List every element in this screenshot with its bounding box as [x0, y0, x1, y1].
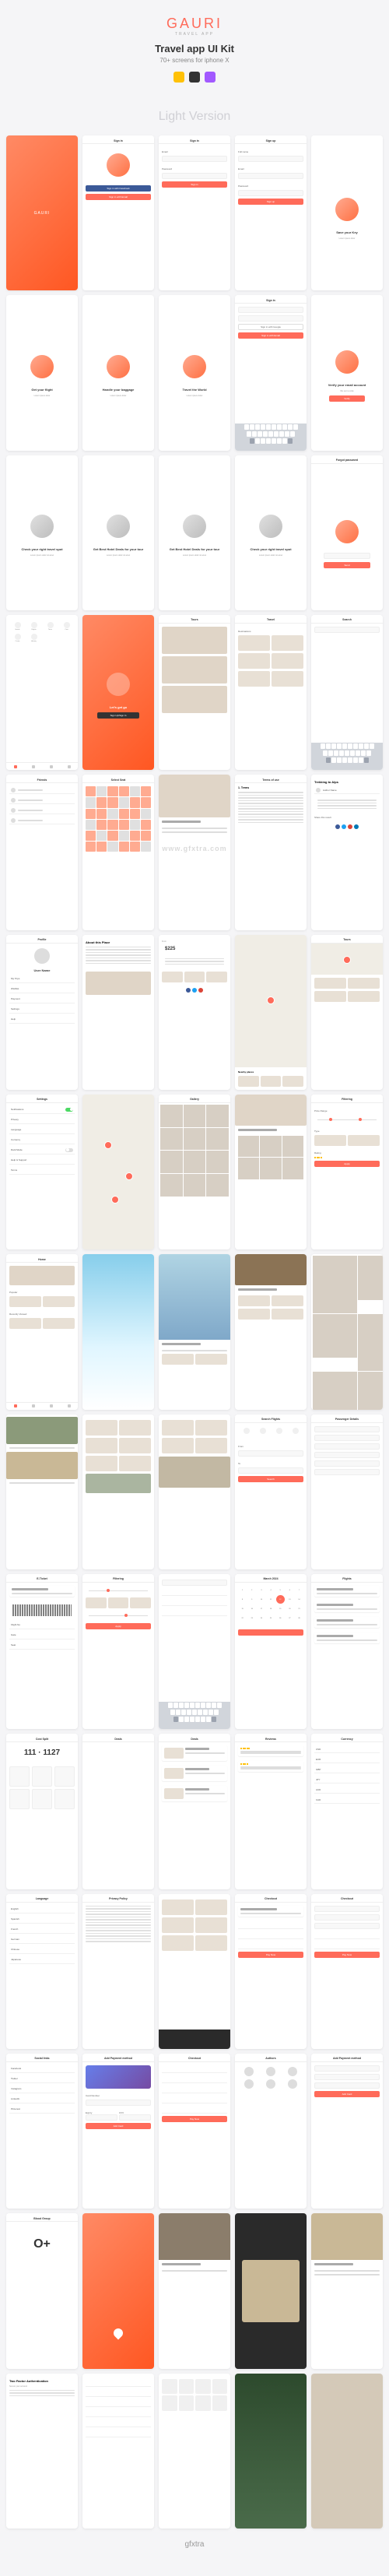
screen-blood-group[interactable]: Blood Group O+ [6, 2213, 78, 2368]
section-label-light: Light Version [0, 110, 389, 124]
screen-signin-form[interactable]: Sign in Email Password Sign in [159, 135, 230, 290]
screen-walkthrough-flight[interactable]: Get your flight Lorem ipsum dolor [6, 295, 78, 450]
signup-button[interactable]: Sign up [238, 199, 303, 205]
brand-logo: GAURI TRAVEL APP [0, 16, 389, 37]
screen-add-payment-2[interactable]: Add Payment method Add Card [311, 2054, 383, 2209]
screen-about-place[interactable]: About this Place [82, 935, 154, 1090]
screen-signin-keyboard[interactable]: Sign in Sign in with Google Sign in with… [235, 295, 307, 450]
page-subtitle: 70+ screens for iphone X [0, 57, 389, 64]
screen-nature-photo[interactable] [235, 2374, 307, 2529]
screen-deals-list[interactable]: Deals [159, 1734, 230, 1889]
screen-cards-grid[interactable] [159, 1894, 230, 2049]
screens-grid: GAURI Sign in Sign in with Facebook Sign… [0, 135, 389, 2529]
barcode [12, 1604, 72, 1616]
screen-feed-3[interactable] [159, 1415, 230, 1569]
screen-gallery-grid[interactable]: Gallery [159, 1095, 230, 1249]
screen-calendar[interactable]: March 2024 1234567 891011121314 15161718… [235, 1574, 307, 1729]
screen-language[interactable]: Language English Spanish French German C… [6, 1894, 78, 2049]
screen-hero-sky[interactable] [82, 1254, 154, 1409]
screen-food[interactable] [235, 1254, 307, 1409]
screen-feed[interactable] [6, 1415, 78, 1569]
screen-gallery-masonry[interactable] [311, 1254, 383, 1409]
screen-empty-4[interactable]: Check your right travel spot Lorem ipsum… [235, 455, 307, 610]
screen-add-payment[interactable]: Add Payment method Card Number ExpiryCVV… [82, 2054, 154, 2209]
screen-forgot[interactable]: Forgot password Send [311, 455, 383, 610]
screen-photo-profile-2[interactable] [311, 2213, 383, 2368]
screen-tours[interactable]: Tours [159, 615, 230, 770]
screen-passenger[interactable]: Passenger Details [311, 1415, 383, 1569]
screen-terms[interactable]: Terms of use 1. Terms [235, 775, 307, 930]
tool-icon [189, 72, 200, 83]
screen-flights-list[interactable]: Flights [311, 1574, 383, 1729]
screen-walkthrough-baggage[interactable]: Handle your baggage Lorem ipsum dolor [82, 295, 154, 450]
screen-search-kb[interactable]: Search [311, 615, 383, 770]
keyboard[interactable] [159, 1702, 230, 1729]
screen-reviews[interactable]: Reviews [235, 1734, 307, 1889]
screen-verify-email[interactable]: Verify your email account We sent a code… [311, 295, 383, 450]
screen-interior-photo[interactable] [311, 2374, 383, 2529]
screen-ticket[interactable]: E-Ticket Flight No Gate Seat [6, 1574, 78, 1729]
screen-privacy[interactable]: Privacy Policy [82, 1894, 154, 2049]
keyboard[interactable] [311, 743, 383, 770]
screen-categories[interactable]: Hotels Flights Tours Cars Cruise Activit… [6, 615, 78, 770]
screen-home[interactable]: Home Popular Recently Viewed [6, 1254, 78, 1409]
screen-feed-2[interactable] [82, 1415, 154, 1569]
screen-empty-2[interactable]: Get Best Hotel Deals for your tour Lorem… [82, 455, 154, 610]
page-header: GAURI TRAVEL APP Travel app UI Kit 70+ s… [0, 0, 389, 98]
screen-photo-profile[interactable] [159, 2213, 230, 2368]
signin-button[interactable]: Sign in [162, 181, 227, 188]
tool-icon [173, 72, 184, 83]
map-pin-icon [112, 2326, 125, 2339]
screen-walkthrough-world[interactable]: Travel the World Lorem ipsum dolor [159, 295, 230, 450]
screen-deals[interactable]: Deals [82, 1734, 154, 1889]
screen-search-kb-2[interactable] [159, 1574, 230, 1729]
screen-list-items[interactable] [82, 2374, 154, 2529]
email-button[interactable]: Sign in with Email [86, 194, 151, 200]
page-title: Travel app UI Kit [0, 43, 389, 54]
email-field[interactable] [162, 156, 227, 162]
screen-walkthrough-go[interactable]: Let's get go Sign Up/Sign In [82, 615, 154, 770]
tool-icon [205, 72, 216, 83]
footer-watermark: gfxtra [0, 2529, 389, 2560]
screen-travel-list[interactable]: Travel Destinations [235, 615, 307, 770]
screen-price-detail[interactable]: From $225 [159, 935, 230, 1090]
facebook-button[interactable]: Sign in with Facebook [86, 185, 151, 192]
screen-empty-1[interactable]: Check your right travel spot Lorem ipsum… [6, 455, 78, 610]
screen-seat-select[interactable]: Select Seat [82, 775, 154, 930]
search-input[interactable] [314, 627, 380, 633]
screen-currency[interactable]: Currency USD EUR GBP JPY AUD CAD [311, 1734, 383, 1889]
screen-authors[interactable]: Authors [235, 2054, 307, 2209]
screen-filtering[interactable]: Filtering Price Range Type Rating Apply [311, 1095, 383, 1249]
avatar[interactable] [34, 948, 50, 964]
screen-map-tours[interactable]: Tours [311, 935, 383, 1090]
keyboard[interactable] [235, 423, 307, 451]
screen-checkout-2[interactable]: Checkout Pay Now [311, 1894, 383, 2049]
password-field[interactable] [162, 173, 227, 179]
screen-social-links[interactable]: Social links Facebook Twitter Instagram … [6, 2054, 78, 2209]
screen-signup[interactable]: Sign up Full name Email Password Sign up [235, 135, 307, 290]
screen-filtering-2[interactable]: Filtering Apply [82, 1574, 154, 1729]
screen-walkthrough-key[interactable]: Save your Key Lorem ipsum dolor [311, 135, 383, 290]
screen-map-orange[interactable] [82, 2213, 154, 2368]
screen-checkout[interactable]: Checkout Pay Now [235, 1894, 307, 2049]
screen-search-flights[interactable]: Search Flights From To Search [235, 1415, 307, 1569]
screen-detail-gallery[interactable] [235, 1095, 307, 1249]
screen-map-nearby[interactable]: Nearby places [235, 935, 307, 1090]
screen-dark-photo[interactable] [235, 2213, 307, 2368]
screen-article[interactable]: Trekking to Alps Author Name Share this … [311, 775, 383, 930]
screen-hero-balloons[interactable] [159, 1254, 230, 1409]
screen-2fa[interactable]: Two Factor Authentication Secure your ac… [6, 2374, 78, 2529]
screen-friends[interactable]: Friends [6, 775, 78, 930]
screen-settings[interactable]: Settings Notifications Privacy Language … [6, 1095, 78, 1249]
screen-checkout-3[interactable]: Checkout Pay Now [159, 2054, 230, 2209]
screen-grid-picker[interactable] [159, 2374, 230, 2529]
screen-cost-split[interactable]: Cost Split 111 · 1127 [6, 1734, 78, 1889]
screen-signin-options[interactable]: Sign in Sign in with Facebook Sign in wi… [82, 135, 154, 290]
screen-hero-detail[interactable]: www.gfxtra.com [159, 775, 230, 930]
screen-splash[interactable]: GAURI [6, 135, 78, 290]
map-pin-icon[interactable] [267, 996, 275, 1004]
screen-profile[interactable]: Profile User Name My Trips Wishlist Paym… [6, 935, 78, 1090]
screen-map-full[interactable] [82, 1095, 154, 1249]
screen-empty-3[interactable]: Get Best Hotel Deals for your tour Lorem… [159, 455, 230, 610]
